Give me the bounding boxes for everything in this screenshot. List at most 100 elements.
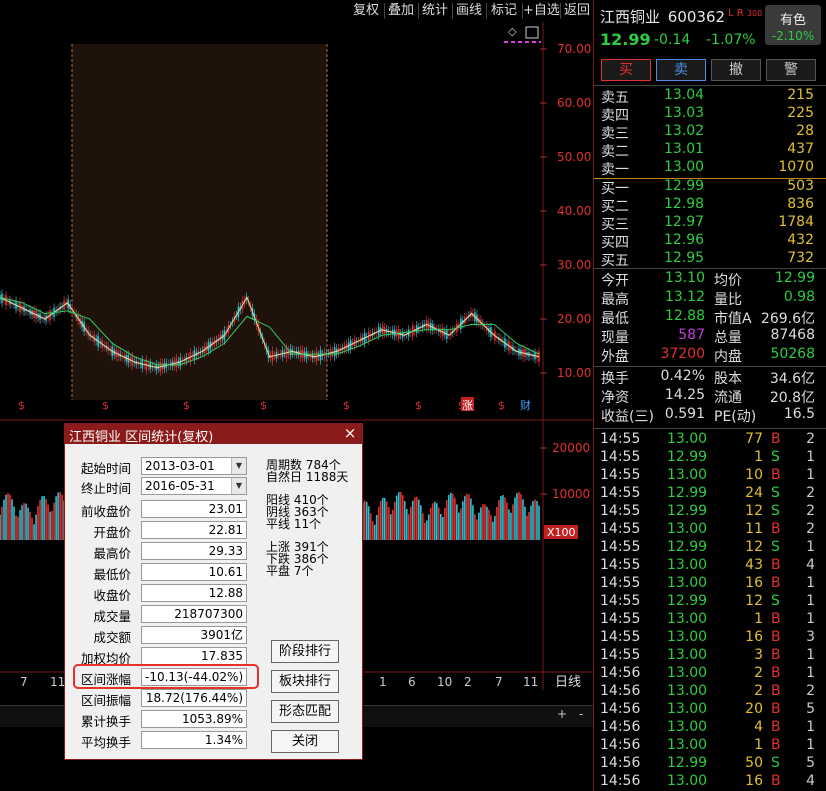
event-marker: 财 xyxy=(520,398,531,412)
volume-bar xyxy=(57,492,59,540)
chevron-down-icon[interactable]: ▼ xyxy=(231,478,246,494)
pattern-match-button[interactable]: 形态匹配 xyxy=(271,700,339,723)
tick-row: 14:56 13.00 4 B 1 xyxy=(594,719,826,737)
start-time-select[interactable]: 2013-03-01 ▼ xyxy=(141,457,247,475)
tick-volume: 50 xyxy=(745,755,763,771)
stat-label: 市值A xyxy=(714,311,752,327)
volume-bar xyxy=(478,512,480,540)
volume-bar xyxy=(466,493,468,540)
orderbook-level-label: 买四 xyxy=(601,235,629,251)
cancel-order-button[interactable]: 撤 xyxy=(711,59,761,81)
tick-row: 14:55 13.00 16 B 3 xyxy=(594,629,826,647)
volume-bar xyxy=(516,493,518,540)
overlay-button[interactable]: 叠加 xyxy=(385,0,417,22)
orderbook-row[interactable]: 买五 12.95 732 xyxy=(594,250,826,269)
volume-bar xyxy=(458,512,460,540)
stat-label: 最高 xyxy=(601,292,629,308)
tick-count: 4 xyxy=(806,773,815,789)
orderbook-level-label: 买三 xyxy=(601,217,629,233)
zoom-out-button[interactable]: - xyxy=(572,706,590,722)
tick-price: 13.00 xyxy=(667,647,708,663)
close-button[interactable]: 关闭 xyxy=(271,730,339,753)
stat-label: 今开 xyxy=(601,273,629,289)
stat-flat: 平盘 7个 xyxy=(266,564,314,578)
event-marker: $ xyxy=(18,399,25,412)
price-tick-label: 20.00 xyxy=(557,312,591,326)
orderbook-row[interactable]: 卖三 13.02 28 xyxy=(594,123,826,142)
orderbook-row[interactable]: 买二 12.98 836 xyxy=(594,196,826,215)
orderbook-row[interactable]: 买四 12.96 432 xyxy=(594,232,826,251)
end-time-select[interactable]: 2016-05-31 ▼ xyxy=(141,477,247,495)
orderbook-row[interactable]: 卖四 13.03 225 xyxy=(594,105,826,124)
date-tick-label: 11 xyxy=(523,675,538,689)
tick-row: 14:55 12.99 12 S 1 xyxy=(594,593,826,611)
orderbook-price: 13.01 xyxy=(664,141,705,157)
stat-value: 12.88 xyxy=(664,308,705,324)
volume-bar xyxy=(484,504,486,540)
stat-value: 14.25 xyxy=(664,387,705,403)
statistics-button[interactable]: 统计 xyxy=(419,0,451,22)
volume-bar xyxy=(496,506,498,540)
orderbook-row[interactable]: 买一 12.99 503 xyxy=(594,178,826,197)
tick-price: 13.00 xyxy=(667,701,708,717)
volume-bar xyxy=(403,500,406,540)
sector-ranking-button[interactable]: 板块排行 xyxy=(271,670,339,693)
stat-value: 269.6亿 xyxy=(760,311,815,327)
volume-bar xyxy=(23,502,25,540)
period-label[interactable]: 日线 xyxy=(555,675,581,690)
tick-volume: 1 xyxy=(754,737,763,753)
tick-price: 12.99 xyxy=(667,593,708,609)
tick-side: B xyxy=(771,701,781,717)
draw-line-button[interactable]: 画线 xyxy=(453,0,485,22)
tick-side: B xyxy=(771,647,781,663)
add-watchlist-button[interactable]: +自选 xyxy=(523,0,560,22)
volume-bar xyxy=(454,497,456,540)
tick-volume: 16 xyxy=(745,629,763,645)
orderbook-row[interactable]: 卖五 13.04 215 xyxy=(594,87,826,106)
back-button[interactable]: 返回 xyxy=(561,0,593,22)
zoom-in-button[interactable]: + xyxy=(553,706,571,722)
volume-bar xyxy=(31,517,33,540)
mark-button[interactable]: 标记 xyxy=(487,0,521,22)
sell-button[interactable]: 卖 xyxy=(656,59,706,81)
orderbook-row[interactable]: 卖一 13.00 1070 xyxy=(594,159,826,178)
volume-bar xyxy=(389,514,392,540)
dialog-titlebar[interactable]: 江西铜业 区间统计(复权) × xyxy=(65,424,362,445)
tick-side: B xyxy=(771,521,781,537)
volume-bar xyxy=(379,500,382,540)
orderbook-volume: 437 xyxy=(787,141,814,157)
volume-bar xyxy=(530,505,532,540)
tick-row: 14:55 13.00 3 B 1 xyxy=(594,647,826,665)
stat-label: 股本 xyxy=(714,371,742,387)
field-value: 18.72(176.44%) xyxy=(141,689,247,707)
stage-ranking-button[interactable]: 阶段排行 xyxy=(271,640,339,663)
buy-button[interactable]: 买 xyxy=(601,59,651,81)
event-marker: $ xyxy=(415,399,422,412)
tick-price: 13.00 xyxy=(667,611,708,627)
tick-volume: 12 xyxy=(745,593,763,609)
date-tick-label: 6 xyxy=(408,675,416,689)
field-label: 成交额 xyxy=(93,630,131,645)
orderbook-level-label: 买五 xyxy=(601,253,629,269)
date-tick-label: 7 xyxy=(20,675,28,689)
tick-side: B xyxy=(771,611,781,627)
orderbook-row[interactable]: 买三 12.97 1784 xyxy=(594,214,826,233)
orderbook-row[interactable]: 卖二 13.01 437 xyxy=(594,141,826,160)
chevron-down-icon[interactable]: ▼ xyxy=(231,458,246,474)
tick-side: S xyxy=(771,449,780,465)
tick-row: 14:56 13.00 2 B 2 xyxy=(594,683,826,701)
volume-tick-label: 20000 xyxy=(552,441,590,455)
sector-button[interactable]: 有色 -2.10% xyxy=(765,5,821,45)
tick-side: S xyxy=(771,755,780,771)
restore-rights-button[interactable]: 复权 xyxy=(349,0,383,22)
volume-bar xyxy=(381,497,384,540)
stats-row: 最低 12.88 市值A 269.6亿 xyxy=(594,308,826,327)
volume-bar xyxy=(464,496,466,540)
orderbook-volume: 215 xyxy=(787,87,814,103)
alert-button[interactable]: 警 xyxy=(766,59,816,81)
tick-price: 13.00 xyxy=(667,737,708,753)
tick-count: 1 xyxy=(806,611,815,627)
close-icon[interactable]: × xyxy=(342,424,358,442)
orderbook-level-label: 卖三 xyxy=(601,126,629,142)
orderbook-price: 13.02 xyxy=(664,123,705,139)
